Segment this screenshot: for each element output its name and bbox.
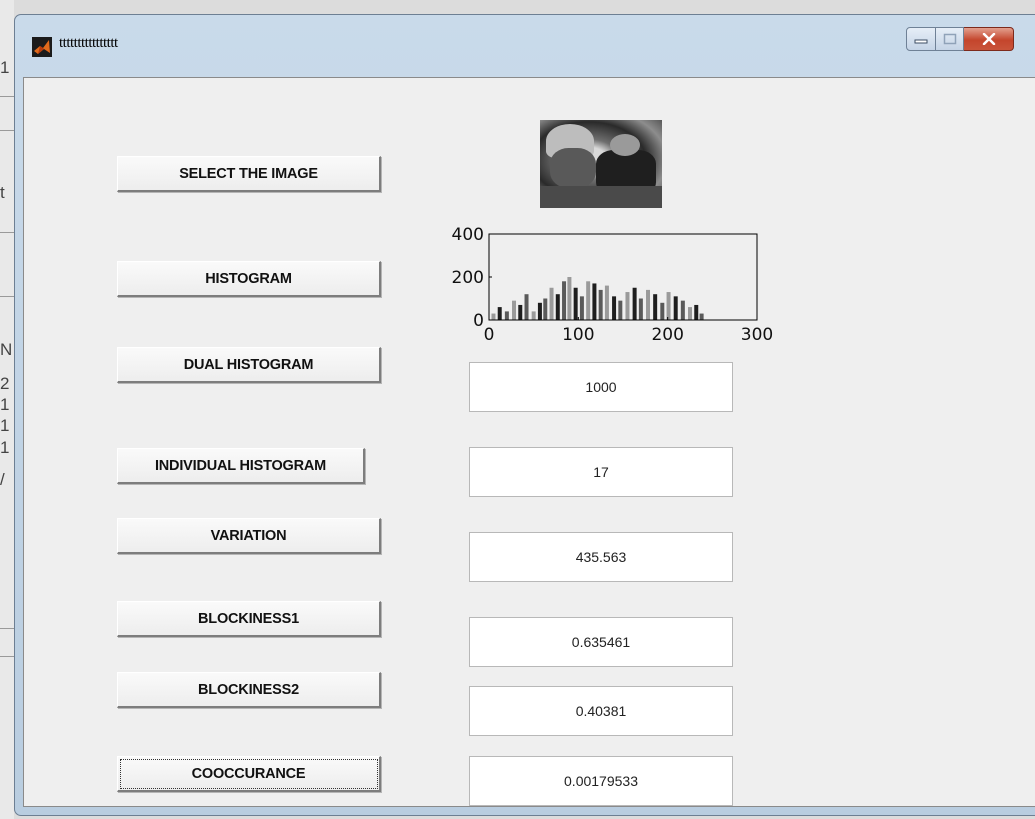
histogram-bar bbox=[592, 283, 597, 320]
background-text: 1 bbox=[0, 395, 10, 414]
background-text: / bbox=[0, 470, 5, 489]
dual-histogram-button[interactable]: DUAL HISTOGRAM bbox=[117, 347, 381, 383]
histogram-axes: 0 100 200 300 0 200 400 bbox=[419, 225, 779, 364]
background-text: 1 bbox=[0, 416, 10, 435]
maximize-button[interactable] bbox=[936, 27, 964, 51]
background-divider bbox=[0, 296, 14, 297]
close-icon bbox=[982, 33, 995, 45]
x-tick-label: 300 bbox=[741, 325, 773, 345]
blockiness1-button[interactable]: BLOCKINESS1 bbox=[117, 601, 381, 637]
background-divider bbox=[0, 96, 14, 97]
histogram-bar bbox=[586, 281, 591, 320]
histogram-bar bbox=[646, 289, 651, 320]
individual-histogram-button[interactable]: INDIVIDUAL HISTOGRAM bbox=[117, 448, 365, 484]
dual-histogram-output: 1000 bbox=[469, 362, 733, 412]
histogram-bar bbox=[497, 307, 502, 320]
x-tick-label: 200 bbox=[651, 325, 683, 345]
close-button[interactable] bbox=[964, 27, 1014, 51]
histogram-bar bbox=[573, 287, 578, 320]
histogram-bar bbox=[504, 311, 509, 320]
cooccurance-button[interactable]: COOCCURANCE bbox=[117, 756, 381, 792]
maximize-icon bbox=[943, 33, 956, 45]
histogram-chart: 0 100 200 300 0 200 400 bbox=[452, 225, 774, 345]
figure-window: tttttttttttttttt SELECT THE IMAGE HISTOG… bbox=[14, 14, 1035, 816]
figure-canvas: SELECT THE IMAGE HISTOGRAM DUAL HISTOGRA… bbox=[23, 77, 1035, 807]
histogram-bar bbox=[531, 311, 536, 320]
blockiness1-output: 0.635461 bbox=[469, 617, 733, 667]
histogram-bar bbox=[567, 277, 572, 320]
histogram-bar bbox=[638, 298, 643, 320]
histogram-bar bbox=[604, 285, 609, 320]
selected-image-preview bbox=[540, 120, 662, 208]
y-tick-label: 200 bbox=[452, 268, 484, 288]
select-image-button[interactable]: SELECT THE IMAGE bbox=[117, 156, 381, 192]
minimize-button[interactable] bbox=[906, 27, 936, 51]
background-text: 1 bbox=[0, 438, 10, 457]
histogram-bar bbox=[660, 302, 665, 320]
histogram-bar bbox=[512, 300, 517, 320]
individual-histogram-output: 17 bbox=[469, 447, 733, 497]
background-divider bbox=[0, 232, 14, 233]
histogram-bar bbox=[598, 289, 603, 320]
histogram-bar bbox=[688, 307, 692, 320]
window-controls bbox=[906, 27, 1014, 51]
histogram-bar bbox=[518, 304, 523, 320]
blockiness2-button[interactable]: BLOCKINESS2 bbox=[117, 672, 381, 708]
variation-button[interactable]: VARIATION bbox=[117, 518, 381, 554]
blockiness2-output: 0.40381 bbox=[469, 686, 733, 736]
minimize-icon bbox=[914, 39, 928, 44]
histogram-bar bbox=[632, 287, 637, 320]
variation-output: 435.563 bbox=[469, 532, 733, 582]
histogram-bar bbox=[680, 300, 685, 320]
histogram-bar bbox=[653, 294, 658, 320]
histogram-bar bbox=[699, 313, 704, 320]
histogram-bar bbox=[543, 298, 548, 320]
histogram-bar bbox=[537, 302, 542, 320]
y-tick-label: 0 bbox=[473, 311, 484, 331]
background-text: N bbox=[0, 340, 13, 359]
x-tick-label: 100 bbox=[562, 325, 594, 345]
histogram-bar bbox=[579, 296, 584, 320]
background-divider bbox=[0, 130, 14, 131]
histogram-bar bbox=[562, 281, 567, 320]
window-title: tttttttttttttttt bbox=[59, 35, 118, 51]
histogram-bar bbox=[625, 292, 630, 320]
histogram-bar bbox=[618, 300, 623, 320]
histogram-bar bbox=[694, 304, 699, 320]
matlab-icon bbox=[32, 37, 52, 57]
y-tick-label: 400 bbox=[452, 226, 484, 245]
histogram-bar bbox=[666, 292, 671, 320]
cooccurance-output: 0.00179533 bbox=[469, 756, 733, 806]
histogram-bar bbox=[612, 296, 617, 320]
background-text: 1 bbox=[0, 58, 10, 77]
histogram-bar bbox=[524, 294, 529, 320]
x-tick-label: 0 bbox=[484, 325, 495, 345]
title-bar[interactable]: tttttttttttttttt bbox=[15, 15, 1035, 77]
background-divider bbox=[0, 656, 14, 657]
histogram-bar bbox=[673, 296, 678, 320]
histogram-bar bbox=[549, 287, 554, 320]
histogram-bar bbox=[555, 294, 560, 320]
background-text: 2 bbox=[0, 374, 10, 393]
background-text: t bbox=[0, 183, 5, 202]
histogram-bar bbox=[491, 313, 496, 320]
histogram-button[interactable]: HISTOGRAM bbox=[117, 261, 381, 297]
background-divider bbox=[0, 628, 14, 629]
